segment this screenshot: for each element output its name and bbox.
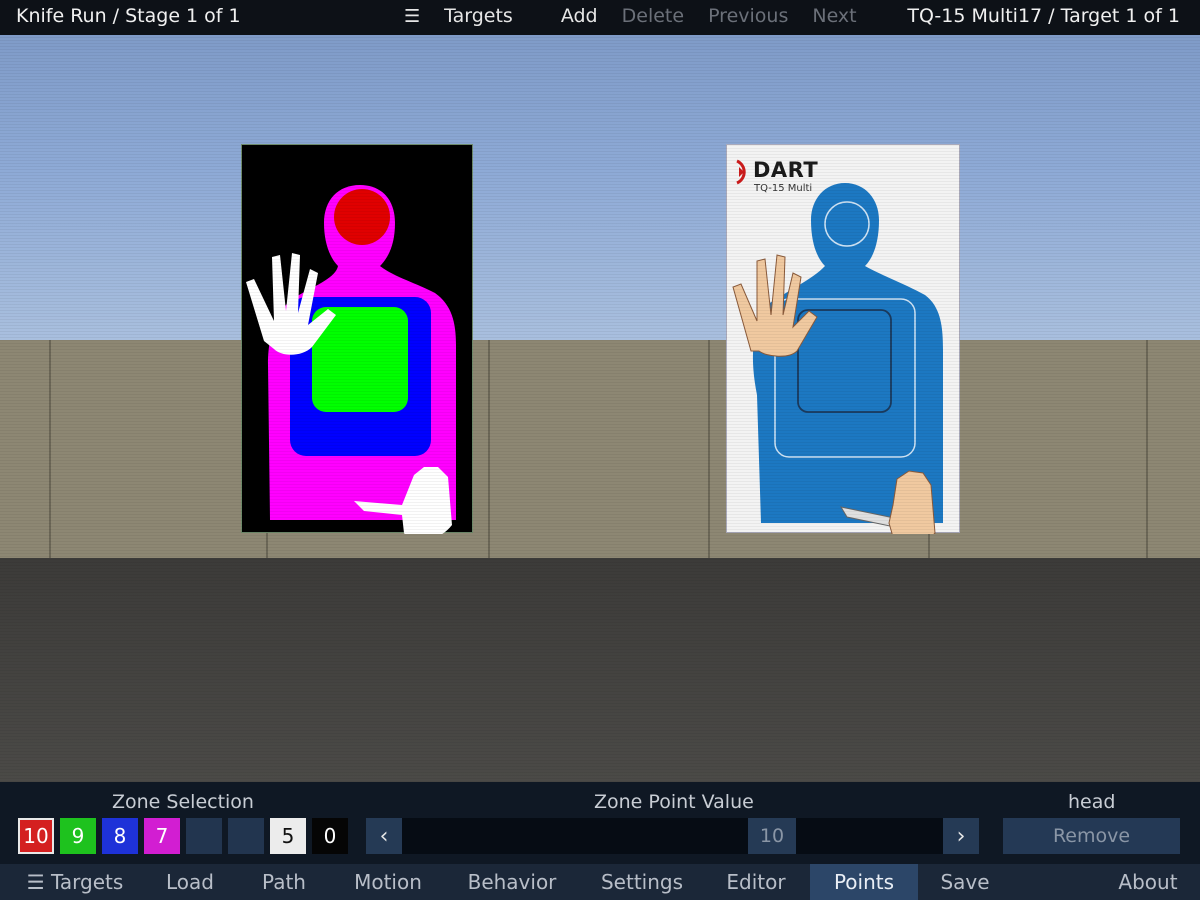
backstop-wall	[0, 340, 1200, 558]
zone-button-8[interactable]: 8	[102, 818, 138, 854]
zone-button-5[interactable]: 5	[270, 818, 306, 854]
chevron-left-icon[interactable]: ‹	[366, 818, 402, 854]
zone-button-10[interactable]: 10	[18, 818, 54, 854]
zone-point-value-label: Zone Point Value	[594, 791, 754, 813]
dart-model: TQ-15 Multi	[754, 183, 813, 194]
zone-selection-label: Zone Selection	[112, 791, 254, 813]
nav-settings[interactable]: Settings	[592, 864, 692, 900]
nav-path[interactable]: Path	[246, 864, 322, 900]
nav-points[interactable]: Points	[810, 864, 918, 900]
chevron-right-icon[interactable]: ›	[943, 818, 979, 854]
add-button[interactable]: Add	[561, 5, 598, 27]
stage-title: Knife Run / Stage 1 of 1	[16, 5, 241, 27]
nav-about[interactable]: About	[1106, 864, 1190, 900]
remove-button[interactable]: Remove	[1003, 818, 1180, 854]
delete-button[interactable]: Delete	[622, 5, 684, 27]
top-menu: ☰ Targets Add Delete Previous Next	[404, 5, 881, 27]
next-button[interactable]: Next	[812, 5, 856, 27]
target-title: TQ-15 Multi17 / Target 1 of 1	[907, 5, 1180, 27]
zone-selector: 10 9 8 7 5 0	[18, 818, 348, 854]
point-value: 10	[748, 818, 796, 854]
top-bar: Knife Run / Stage 1 of 1 ☰ Targets Add De…	[0, 0, 1200, 35]
range-floor	[0, 558, 1200, 782]
zone-button-empty-2[interactable]	[228, 818, 264, 854]
hamburger-icon: ☰	[404, 6, 421, 27]
zone-name: head	[1068, 791, 1116, 813]
zone-button-7[interactable]: 7	[144, 818, 180, 854]
point-value-stepper[interactable]: ‹ 10 ›	[366, 818, 979, 854]
zone-10-head	[334, 189, 390, 245]
hamburger-icon: ☰	[26, 870, 51, 894]
sky	[0, 35, 1200, 340]
bottom-nav: ☰ Targets Load Path Motion Behavior Sett…	[0, 864, 1200, 900]
nav-behavior[interactable]: Behavior	[462, 864, 562, 900]
previous-button[interactable]: Previous	[708, 5, 788, 27]
nav-save[interactable]: Save	[928, 864, 1002, 900]
zone-target[interactable]	[241, 144, 473, 534]
nav-motion[interactable]: Motion	[340, 864, 436, 900]
nav-editor[interactable]: Editor	[716, 864, 796, 900]
zone-panel: Zone Selection Zone Point Value head 10 …	[0, 782, 1200, 864]
zone-button-empty-1[interactable]	[186, 818, 222, 854]
nav-load[interactable]: Load	[150, 864, 230, 900]
tq15-target[interactable]: DART TQ-15 Multi	[726, 144, 960, 534]
dart-brand: DART	[753, 158, 819, 182]
zone-button-0[interactable]: 0	[312, 818, 348, 854]
targets-menu-button[interactable]: ☰ Targets	[404, 5, 537, 27]
nav-targets[interactable]: ☰ Targets	[10, 864, 140, 900]
range-scene: DART TQ-15 Multi	[0, 35, 1200, 782]
zone-button-9[interactable]: 9	[60, 818, 96, 854]
